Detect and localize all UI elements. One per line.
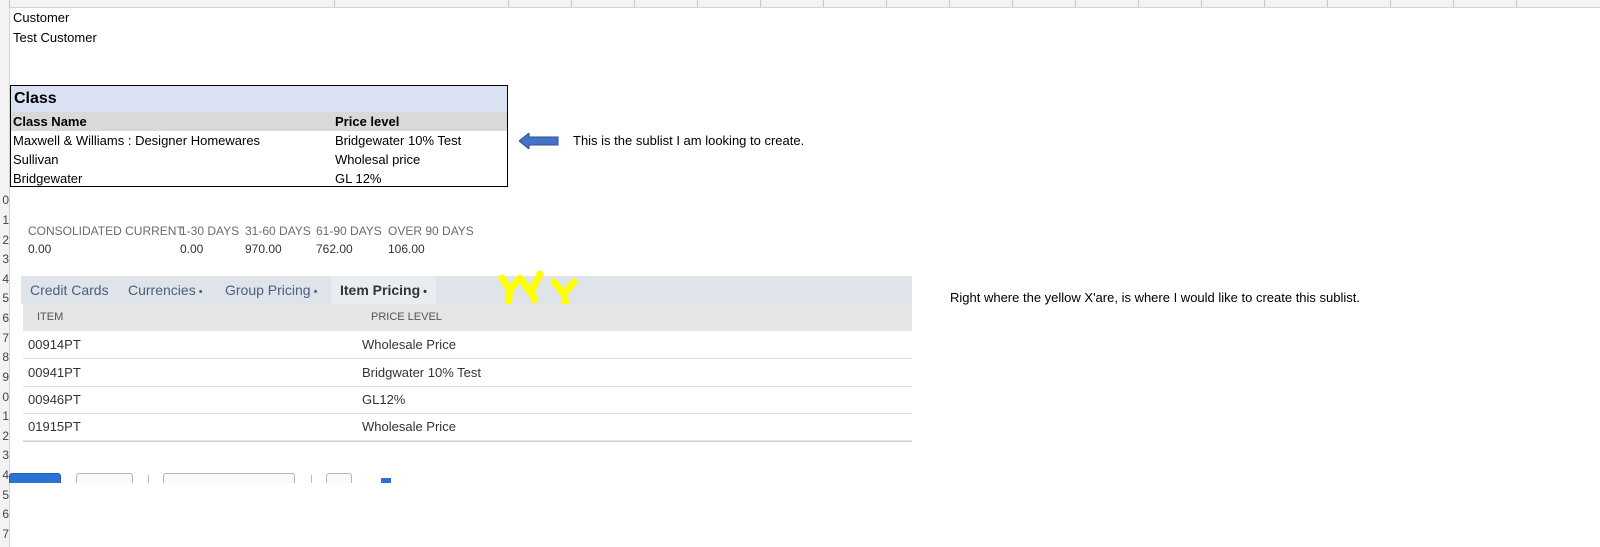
aging-label: 61-90 DAYS: [316, 224, 382, 238]
table-row[interactable]: 00914PT Wholesale Price: [23, 331, 912, 359]
row-number[interactable]: 3: [0, 445, 9, 465]
row-number[interactable]: 9: [0, 367, 9, 387]
price-level-cell[interactable]: Wholesal price: [335, 150, 420, 169]
toolbar-divider: [311, 475, 312, 483]
sublist-header-row: ITEM PRICE LEVEL: [23, 304, 912, 331]
row-number[interactable]: 1: [0, 210, 9, 230]
class-table-row: Maxwell & Williams : Designer Homewares …: [11, 131, 507, 150]
row-number[interactable]: 4: [0, 465, 9, 485]
class-name-cell[interactable]: Bridgewater: [13, 169, 82, 186]
price-level-cell[interactable]: GL 12%: [335, 169, 382, 186]
price-level-cell[interactable]: Bridgewater 10% Test: [335, 131, 461, 150]
item-cell: 00941PT: [28, 365, 81, 380]
actions-button[interactable]: [163, 473, 295, 483]
price-level-cell: Wholesale Price: [362, 419, 456, 434]
customer-label[interactable]: Customer: [13, 10, 69, 26]
row-number[interactable]: 0: [0, 190, 9, 210]
row-number[interactable]: 8: [0, 347, 9, 367]
sublist-tabbar: Credit Cards Currencies • Group Pricing • …: [21, 276, 912, 304]
save-button[interactable]: [9, 473, 61, 483]
aging-value: 106.00: [388, 242, 425, 256]
price-level-cell: GL12%: [362, 392, 406, 407]
row-number[interactable]: 5: [0, 485, 9, 505]
row-number[interactable]: 2: [0, 426, 9, 446]
tab-label: Group Pricing: [225, 282, 311, 298]
class-name-header[interactable]: Class Name: [13, 112, 87, 131]
row-header-strip: 0 1 2 3 4 5 6 7 8 9 0 1 2 3 4 5 6 7: [0, 7, 10, 547]
row-number[interactable]: 7: [0, 524, 9, 544]
price-level-cell: Wholesale Price: [362, 337, 456, 352]
tab-dot-icon: •: [198, 286, 203, 298]
class-table-row: Sullivan Wholesal price: [11, 150, 507, 169]
customer-value[interactable]: Test Customer: [13, 30, 97, 46]
table-row[interactable]: 01915PT Wholesale Price: [23, 413, 912, 441]
row-number[interactable]: 0: [0, 387, 9, 407]
class-name-cell[interactable]: Maxwell & Williams : Designer Homewares: [13, 131, 260, 150]
tab-group-pricing[interactable]: Group Pricing •: [225, 276, 317, 304]
class-table-header: Class Name Price level: [11, 112, 507, 131]
price-level-cell: Bridgwater 10% Test: [362, 365, 481, 380]
left-arrow-icon: [519, 133, 559, 149]
item-column-header[interactable]: ITEM: [37, 304, 63, 331]
row-number[interactable]: 3: [0, 249, 9, 269]
tab-currencies[interactable]: Currencies •: [128, 276, 203, 304]
tab-dot-icon: •: [313, 286, 318, 298]
class-name-cell[interactable]: Sullivan: [13, 150, 59, 169]
table-row[interactable]: 00946PT GL12%: [23, 386, 912, 414]
aging-label: CONSOLIDATED CURRENT: [28, 224, 184, 238]
item-pricing-sublist: ITEM PRICE LEVEL 00914PT Wholesale Price…: [23, 304, 912, 442]
yellow-mark-note[interactable]: Right where the yellow X'are, is where I…: [950, 290, 1360, 306]
class-table: Class Class Name Price level Maxwell & W…: [10, 85, 508, 187]
arrow-note[interactable]: This is the sublist I am looking to crea…: [573, 133, 804, 149]
toolbar-divider: [148, 475, 149, 483]
class-table-title[interactable]: Class: [11, 86, 507, 112]
tab-label: Item Pricing: [340, 282, 421, 298]
aging-value: 0.00: [28, 242, 52, 256]
column-header-strip: [0, 0, 1600, 8]
print-icon[interactable]: [381, 478, 391, 483]
price-level-header[interactable]: Price level: [335, 112, 399, 131]
tab-dot-icon: •: [423, 286, 427, 298]
aging-label: 31-60 DAYS: [245, 224, 311, 238]
bottom-toolbar: [9, 470, 489, 483]
tab-label: Credit Cards: [30, 282, 109, 298]
table-row[interactable]: 00941PT Bridgwater 10% Test: [23, 359, 912, 387]
cancel-button[interactable]: [76, 473, 133, 483]
document-icon[interactable]: [326, 473, 352, 483]
item-cell: 00946PT: [28, 392, 81, 407]
item-cell: 00914PT: [28, 337, 81, 352]
aging-value: 0.00: [180, 242, 204, 256]
row-number[interactable]: 7: [0, 328, 9, 348]
tab-credit-cards[interactable]: Credit Cards: [30, 276, 109, 304]
aging-value: 970.00: [245, 242, 282, 256]
row-number[interactable]: 6: [0, 308, 9, 328]
class-table-row: Bridgewater GL 12%: [11, 169, 507, 186]
row-number[interactable]: 1: [0, 406, 9, 426]
row-number[interactable]: 5: [0, 288, 9, 308]
aging-value: 762.00: [316, 242, 353, 256]
item-cell: 01915PT: [28, 419, 81, 434]
tab-item-pricing[interactable]: Item Pricing •: [331, 276, 436, 304]
row-number[interactable]: 6: [0, 504, 9, 524]
aging-label: OVER 90 DAYS: [388, 224, 474, 238]
price-level-column-header[interactable]: PRICE LEVEL: [371, 304, 442, 331]
tab-label: Currencies: [128, 282, 196, 298]
row-number[interactable]: 4: [0, 269, 9, 289]
aging-label: 1-30 DAYS: [180, 224, 240, 238]
row-number[interactable]: 2: [0, 230, 9, 250]
